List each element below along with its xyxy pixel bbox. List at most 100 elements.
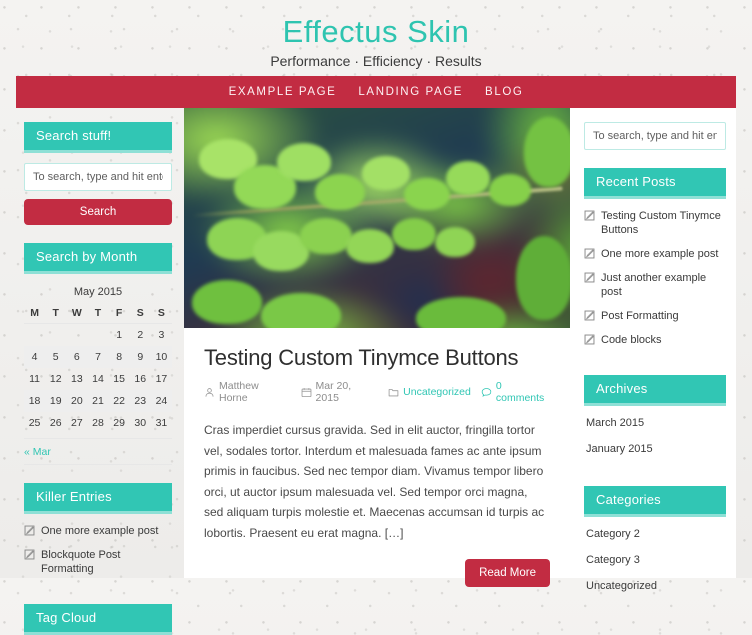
post-body: Testing Custom Tinymce Buttons Matthew H… <box>184 344 570 587</box>
fern-leaflet <box>523 116 570 187</box>
calendar-week-row: 11 12 13 14 15 16 17 <box>24 368 172 390</box>
widget-search-stuff: Search stuff! Search <box>24 122 172 225</box>
main-content: Testing Custom Tinymce Buttons Matthew H… <box>184 108 570 587</box>
calendar-day: 18 <box>28 395 41 407</box>
widget-title-search-stuff: Search stuff! <box>24 122 172 153</box>
recent-post-label: Just another example post <box>601 272 707 298</box>
page-container: Effectus Skin Performance · Efficiency ·… <box>16 0 736 635</box>
calendar-week-row: 25 26 27 28 29 30 31 <box>24 412 172 434</box>
post-title[interactable]: Testing Custom Tinymce Buttons <box>204 344 550 372</box>
calendar-day: 19 <box>49 395 62 407</box>
calendar-day: 30 <box>134 417 147 429</box>
post-edit-icon <box>584 272 595 283</box>
post-meta-date: Mar 20, 2015 <box>301 380 375 404</box>
list-item[interactable]: Code blocks <box>584 333 726 357</box>
calendar-weekday-row: M T W T F S S <box>24 303 172 324</box>
calendar-day: 3 <box>158 329 165 341</box>
killer-entry-label: Blockquote Post Formatting <box>41 549 121 575</box>
calendar-day: 27 <box>71 417 83 429</box>
calendar-day: 25 <box>28 417 41 429</box>
calendar-day: 15 <box>113 373 125 385</box>
list-item[interactable]: Testing Custom Tinymce Buttons <box>584 209 726 247</box>
read-more-row: Read More <box>204 559 550 587</box>
post-edit-icon <box>584 210 595 221</box>
calendar-day <box>24 324 45 347</box>
calendar-caption: May 2015 <box>73 286 123 298</box>
search-input-left[interactable] <box>24 163 172 191</box>
calendar-weekday: S <box>129 303 151 324</box>
widget-title-categories: Categories <box>584 486 726 517</box>
left-sidebar: Search stuff! Search Search by Month May… <box>16 108 184 635</box>
nav-item-blog[interactable]: BLOG <box>485 76 523 108</box>
calendar-prev-month-link[interactable]: « Mar <box>24 446 51 458</box>
list-item[interactable]: One more example post <box>584 247 726 271</box>
user-icon <box>204 387 215 398</box>
calendar-day: 17 <box>155 373 168 385</box>
calendar-footer: « Mar <box>24 438 172 465</box>
nav-item-landing-page[interactable]: LANDING PAGE <box>358 76 463 108</box>
widget-title-search-by-month: Search by Month <box>24 243 172 274</box>
recent-post-label: Post Formatting <box>601 310 679 322</box>
right-sidebar: Recent Posts Testing Custom Tinymce Butt… <box>570 108 736 592</box>
site-masthead: Effectus Skin Performance · Efficiency ·… <box>16 0 736 76</box>
recent-post-label: Testing Custom Tinymce Buttons <box>601 210 721 236</box>
list-item[interactable]: Post Formatting <box>584 309 726 333</box>
list-item[interactable]: Category 2 <box>584 527 726 553</box>
list-item[interactable]: Blockquote Post Formatting <box>24 548 172 586</box>
nav-item-example-page[interactable]: EXAMPLE PAGE <box>229 76 337 108</box>
calendar-day: 14 <box>92 373 104 385</box>
post-date: Mar 20, 2015 <box>315 380 352 404</box>
calendar-weekday: W <box>66 303 88 324</box>
post-edit-icon <box>24 525 35 536</box>
list-item[interactable]: March 2015 <box>584 416 726 442</box>
list-item[interactable]: Just another example post <box>584 271 726 309</box>
fern-leaflet <box>488 174 531 206</box>
fern-leaflet <box>315 174 366 210</box>
folder-icon <box>388 387 399 398</box>
widget-killer-entries: Killer Entries One more example post Blo… <box>24 483 172 586</box>
fern-leaflet <box>276 143 331 182</box>
post-category-link[interactable]: Uncategorized <box>403 386 471 398</box>
calendar-day: 20 <box>71 395 83 407</box>
list-item[interactable]: Uncategorized <box>584 579 726 605</box>
calendar-day: 4 <box>31 351 38 363</box>
recent-posts-list: Testing Custom Tinymce Buttons One more … <box>584 209 726 357</box>
post-excerpt: Cras imperdiet cursus gravida. Sed in el… <box>204 423 545 540</box>
search-input-right[interactable] <box>584 122 726 150</box>
calendar-day: 10 <box>155 351 168 363</box>
calendar-day: 1 <box>116 329 123 341</box>
recent-post-label: One more example post <box>601 248 719 260</box>
calendar-day: 5 <box>52 351 59 363</box>
recent-post-label: Code blocks <box>601 334 662 346</box>
list-item[interactable]: One more example post <box>24 524 172 548</box>
post-author-name: Matthew Horne <box>219 380 259 404</box>
site-title: Effectus Skin <box>282 14 470 49</box>
widget-search-right <box>584 122 726 150</box>
search-button[interactable]: Search <box>24 199 172 225</box>
widget-title-recent-posts: Recent Posts <box>584 168 726 199</box>
calendar-table: May 2015 M T W T F S S 1 2 3 4 5 6 7 8 9… <box>24 284 172 434</box>
read-more-button[interactable]: Read More <box>465 559 550 587</box>
killer-entries-list: One more example post Blockquote Post Fo… <box>24 524 172 586</box>
list-item[interactable]: January 2015 <box>584 442 726 468</box>
post-comments-link[interactable]: 0 comments <box>496 380 550 404</box>
calendar-day: 12 <box>49 373 62 385</box>
calendar-day: 28 <box>92 417 104 429</box>
primary-navigation: EXAMPLE PAGE LANDING PAGE BLOG <box>16 76 736 108</box>
widget-title-killer-entries: Killer Entries <box>24 483 172 514</box>
calendar-day <box>87 324 108 347</box>
calendar-weekday: F <box>108 303 130 324</box>
widget-search-by-month: Search by Month May 2015 M T W T F S S 1… <box>24 243 172 465</box>
fern-leaflet <box>361 156 410 191</box>
calendar-day: 24 <box>155 395 168 407</box>
calendar-week-row: 1 2 3 <box>24 324 172 347</box>
list-item[interactable]: Category 3 <box>584 553 726 579</box>
widget-title-tag-cloud: Tag Cloud <box>24 604 172 635</box>
widget-recent-posts: Recent Posts Testing Custom Tinymce Butt… <box>584 168 726 357</box>
fern-leaflet <box>434 226 475 257</box>
post-meta: Matthew Horne Mar 20, 2015 Uncategorized <box>204 380 550 404</box>
calendar-day: 31 <box>155 417 168 429</box>
post-edit-icon <box>584 248 595 259</box>
calendar-day: 26 <box>49 417 62 429</box>
fern-leaflet <box>515 235 570 320</box>
